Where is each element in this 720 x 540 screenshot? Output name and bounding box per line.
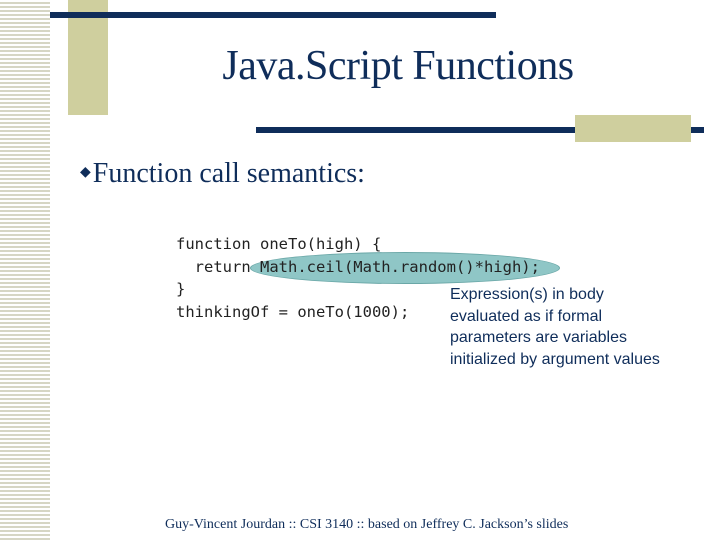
bullet-item: ◆Function call semantics: [80,158,365,190]
slide-footer: Guy-Vincent Jourdan :: CSI 3140 :: based… [165,517,569,532]
top-accent-bar [50,12,496,18]
code-line: return Math.ceil(Math.random()*high); [176,257,540,276]
code-line: thinkingOf = oneTo(1000); [176,302,410,321]
code-line: } [176,280,186,298]
bullet-text: Function call semantics: [92,158,365,189]
slide-title: Java.Script Functions [222,43,574,89]
underline-accent-block [575,115,691,142]
code-line: function oneTo(high) { [176,235,382,253]
striped-sidebar-decoration [0,0,50,540]
diamond-bullet-icon: ◆ [80,165,91,180]
annotation-text: Expression(s) in body evaluated as if fo… [450,286,660,368]
